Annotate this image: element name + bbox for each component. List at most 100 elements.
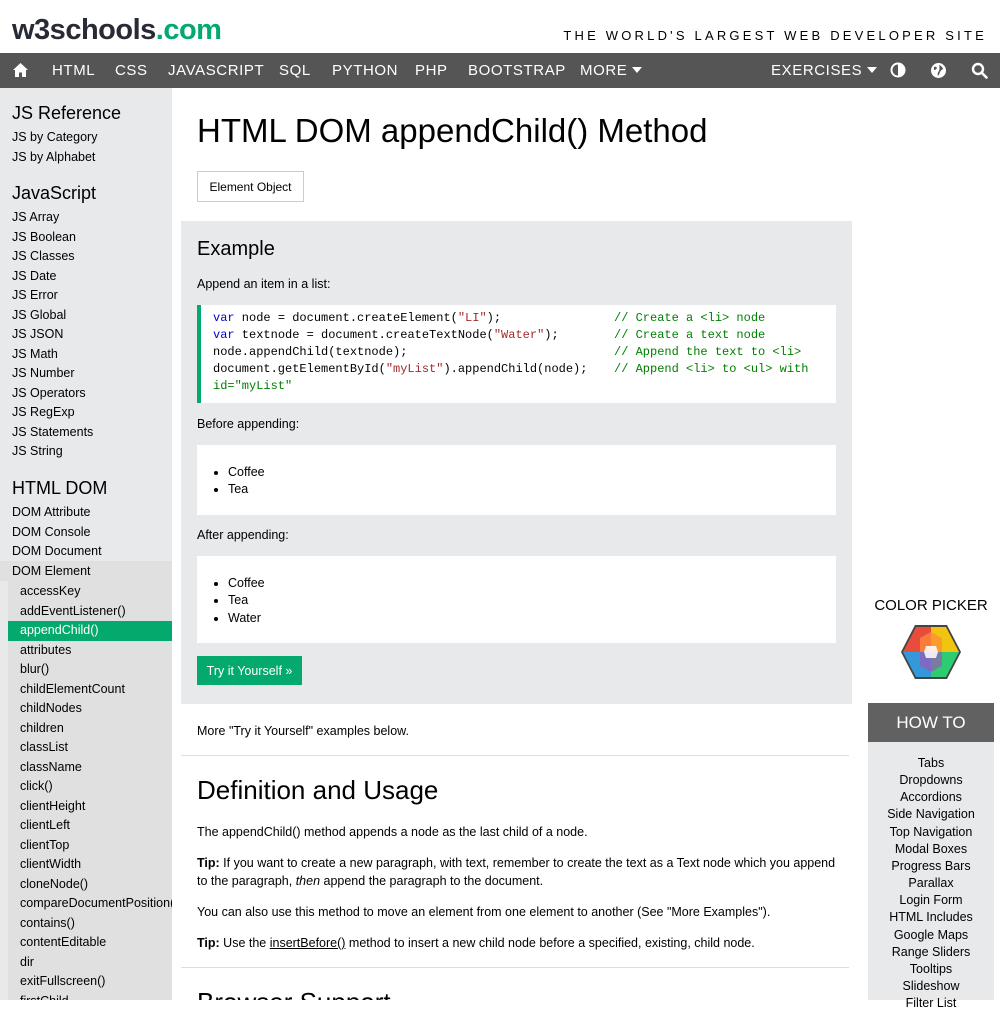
sidebar-link[interactable]: JS Statements [12, 425, 93, 439]
site-tagline: THE WORLD'S LARGEST WEB DEVELOPER SITE [563, 28, 987, 43]
main-content: HTML DOM appendChild() Method Element Ob… [172, 88, 862, 1000]
sidebar-link[interactable]: JS by Alphabet [12, 150, 95, 164]
search-icon[interactable] [970, 61, 988, 79]
sidebar-heading-js-reference: JS Reference [12, 103, 122, 123]
sidebar-link[interactable]: DOM Attribute [12, 505, 91, 519]
w3schools-logo[interactable]: w3schools.com [12, 14, 222, 47]
howto-link[interactable]: Filter List [868, 996, 994, 1010]
sidebar-link[interactable]: DOM Document [12, 544, 102, 558]
nav-html[interactable]: HTML [52, 62, 95, 79]
more-examples-text: More "Try it Yourself" examples below. [197, 724, 409, 738]
nav-more-dropdown[interactable]: MORE [580, 62, 643, 79]
howto-link[interactable]: Login Form [868, 893, 994, 907]
howto-link[interactable]: Top Navigation [868, 825, 994, 839]
howto-link[interactable]: Side Navigation [868, 807, 994, 821]
browser-support-heading: Browser Support [197, 987, 391, 1000]
sidebar-subitem[interactable]: blur() [20, 662, 49, 676]
howto-link[interactable]: Slideshow [868, 979, 994, 993]
color-picker-title: COLOR PICKER [874, 597, 988, 614]
howto-link[interactable]: Dropdowns [868, 773, 994, 787]
sidebar-subitem[interactable]: addEventListener() [20, 604, 126, 618]
sidebar-subitem[interactable]: click() [20, 779, 53, 793]
after-list-box: Coffee Tea Water [197, 556, 836, 643]
sidebar-subitem[interactable]: cloneNode() [20, 877, 88, 891]
sidebar-heading-javascript: JavaScript [12, 183, 97, 203]
home-icon[interactable] [11, 61, 29, 79]
sidebar-subitem[interactable]: children [20, 721, 64, 735]
insertbefore-link[interactable]: insertBefore() [270, 936, 346, 950]
element-object-button[interactable]: Element Object [197, 171, 304, 202]
sidebar-link[interactable]: JS Error [12, 288, 58, 302]
howto-link[interactable]: Google Maps [868, 928, 994, 942]
try-it-yourself-button[interactable]: Try it Yourself » [197, 656, 302, 685]
sidebar-subitem[interactable]: contains() [20, 916, 75, 930]
sidebar-subitem[interactable]: clientLeft [20, 818, 70, 832]
color-picker-hexagon-icon[interactable] [900, 624, 962, 685]
sidebar-link[interactable]: JS RegExp [12, 405, 75, 419]
howto-link[interactable]: Tooltips [868, 962, 994, 976]
sidebar-link[interactable]: DOM Console [12, 525, 91, 539]
howto-link[interactable]: HTML Includes [868, 910, 994, 924]
sidebar-link[interactable]: JS Operators [12, 386, 86, 400]
sidebar-link[interactable]: JS Date [12, 269, 56, 283]
sidebar-link[interactable]: JS Boolean [12, 230, 76, 244]
nav-css[interactable]: CSS [115, 62, 148, 79]
definition-heading: Definition and Usage [197, 775, 439, 805]
sidebar-link[interactable]: JS Global [12, 308, 66, 322]
code-block: var node = document.createElement("LI");… [197, 305, 836, 403]
code-comment: // Create a text node [614, 328, 766, 342]
left-sidebar: JS Reference JS by Category JS by Alphab… [0, 88, 172, 1000]
list-item: Coffee [228, 575, 265, 592]
sidebar-subitem[interactable]: firstChild [20, 994, 69, 1000]
howto-link[interactable]: Range Sliders [868, 945, 994, 959]
sidebar-link[interactable]: JS Number [12, 366, 75, 380]
sidebar-subitem[interactable]: contentEditable [20, 935, 106, 949]
howto-link[interactable]: Parallax [868, 876, 994, 890]
sidebar-subitem[interactable]: accessKey [20, 584, 80, 598]
code-comment: // Append the text to <li> [614, 345, 802, 359]
howto-header[interactable]: HOW TO [868, 703, 994, 742]
sidebar-link-dom-element[interactable]: DOM Element [12, 564, 91, 578]
howto-link[interactable]: Tabs [868, 756, 994, 770]
sidebar-subitem[interactable]: clientHeight [20, 799, 85, 813]
nav-sql[interactable]: SQL [279, 62, 311, 79]
sidebar-link[interactable]: JS JSON [12, 327, 63, 341]
howto-link[interactable]: Accordions [868, 790, 994, 804]
nav-javascript[interactable]: JAVASCRIPT [168, 62, 264, 79]
howto-link[interactable]: Modal Boxes [868, 842, 994, 856]
sidebar-subitem[interactable]: childElementCount [20, 682, 125, 696]
sidebar-subitem[interactable]: clientTop [20, 838, 69, 852]
nav-bootstrap[interactable]: BOOTSTRAP [468, 62, 566, 79]
sidebar-link[interactable]: JS Classes [12, 249, 75, 263]
sidebar-link[interactable]: JS Math [12, 347, 58, 361]
code-line: var textnode = document.createTextNode("… [213, 328, 559, 342]
dark-mode-icon[interactable] [889, 61, 907, 79]
sidebar-subitem-active[interactable]: appendChild() [20, 623, 99, 637]
sidebar-subitem[interactable]: clientWidth [20, 857, 81, 871]
code-comment: // Create a <li> node [614, 311, 766, 325]
sidebar-subitem[interactable]: dir [20, 955, 34, 969]
code-line: node.appendChild(textnode); [213, 345, 408, 359]
sidebar-subitem[interactable]: compareDocumentPosition() [20, 896, 172, 910]
sidebar-subitem[interactable]: attributes [20, 643, 71, 657]
sidebar-heading-html-dom: HTML DOM [12, 478, 108, 498]
top-navbar: HTML CSS JAVASCRIPT SQL PYTHON PHP BOOTS… [0, 53, 1000, 88]
example-heading: Example [197, 238, 275, 260]
nav-exercises-dropdown[interactable]: EXERCISES [771, 62, 878, 79]
sidebar-link[interactable]: JS String [12, 444, 63, 458]
list-item: Water [228, 610, 265, 627]
sidebar-subitem[interactable]: childNodes [20, 701, 82, 715]
top-header: w3schools.com THE WORLD'S LARGEST WEB DE… [0, 0, 1000, 53]
sidebar-subitem[interactable]: exitFullscreen() [20, 974, 105, 988]
sidebar-subitem[interactable]: classList [20, 740, 68, 754]
sidebar-link[interactable]: JS by Category [12, 130, 97, 144]
move-paragraph: You can also use this method to move an … [197, 905, 771, 919]
nav-python[interactable]: PYTHON [332, 62, 398, 79]
globe-icon[interactable] [929, 61, 947, 79]
caret-down-icon [632, 67, 643, 73]
howto-link[interactable]: Progress Bars [868, 859, 994, 873]
nav-php[interactable]: PHP [415, 62, 448, 79]
sidebar-link[interactable]: JS Array [12, 210, 59, 224]
example-intro: Append an item in a list: [197, 277, 331, 291]
sidebar-subitem[interactable]: className [20, 760, 82, 774]
